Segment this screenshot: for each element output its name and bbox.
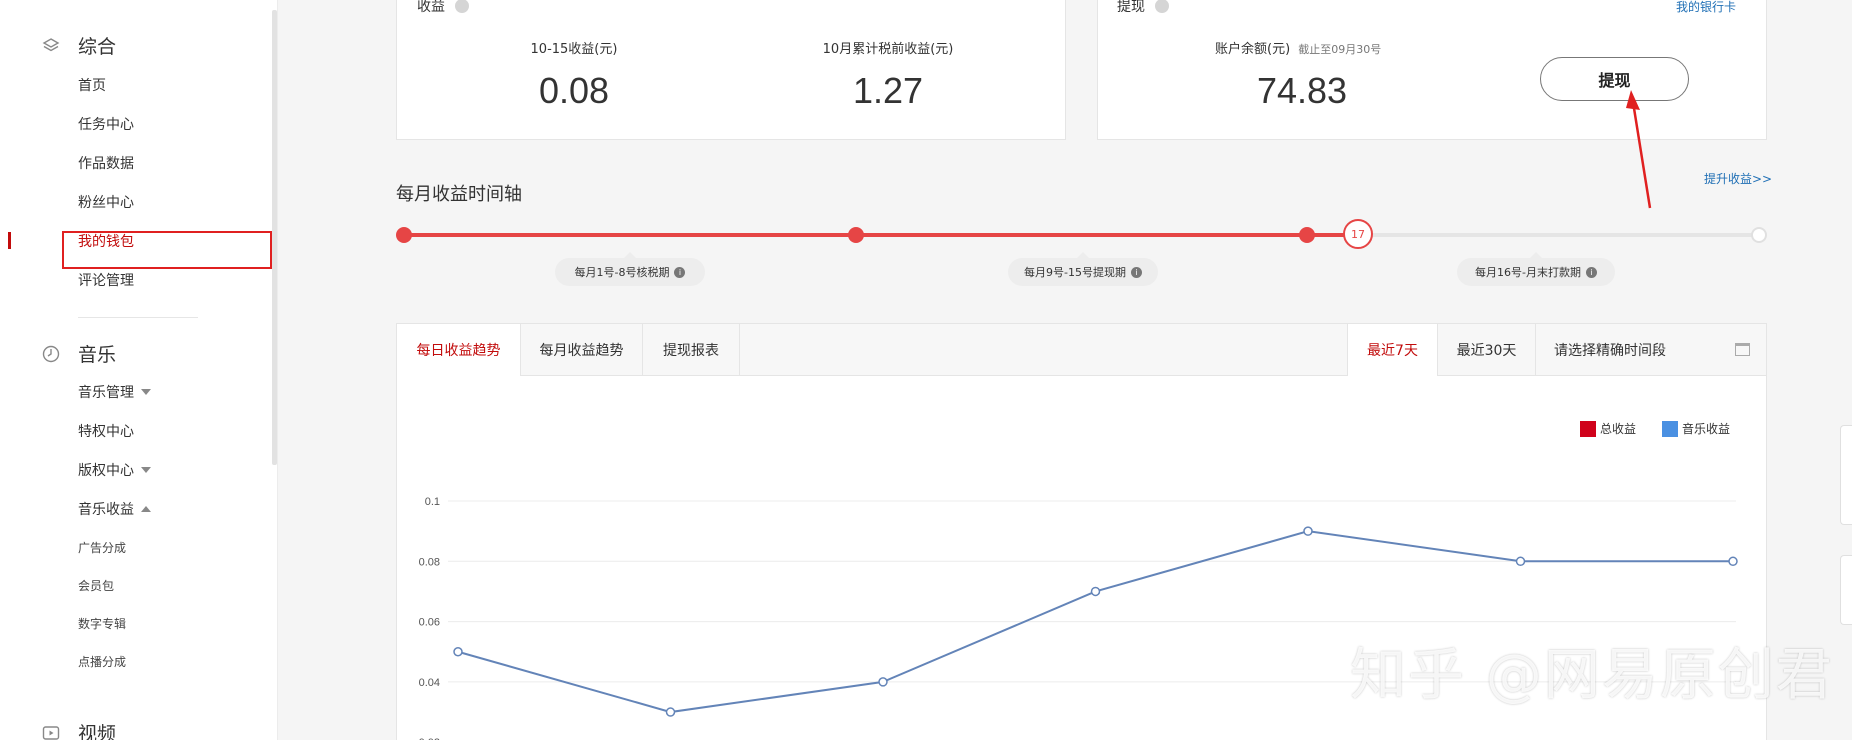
sidebar-item-privilege-center[interactable]: 特权中心 — [78, 421, 134, 441]
legend-item-music[interactable]: 音乐收益 — [1662, 420, 1730, 437]
sidebar-item-works-data[interactable]: 作品数据 — [78, 153, 134, 173]
data-point — [1728, 556, 1738, 567]
withdraw-card-title: 提现 — [1117, 0, 1169, 16]
annotation-arrow-icon — [1626, 90, 1652, 209]
sidebar-section-title: 综合 — [78, 36, 117, 58]
date-range-picker[interactable]: 请选择精确时间段 — [1535, 324, 1768, 376]
balance-label: 账户余额(元) — [1215, 42, 1291, 57]
legend-swatch — [1662, 420, 1678, 437]
info-icon[interactable]: i — [674, 266, 686, 278]
income-card-title: 收益 — [417, 0, 469, 16]
sidebar-item-fans-center[interactable]: 粉丝中心 — [78, 192, 134, 212]
income-title-text: 收益 — [417, 0, 445, 15]
my-bank-card-link[interactable]: 我的银行卡 — [1676, 0, 1736, 15]
timeline-phase-withdraw: 每月9号-15号提现期 i — [1008, 252, 1158, 286]
sidebar-scrollbar[interactable] — [272, 10, 277, 465]
legend-swatch — [1580, 420, 1596, 437]
sidebar-item-home[interactable]: 首页 — [78, 75, 106, 95]
legend-item-total[interactable]: 总收益 — [1580, 420, 1636, 437]
chevron-up-icon — [141, 506, 151, 512]
timeline-progress — [403, 233, 1358, 237]
side-floating-tab[interactable] — [1840, 555, 1852, 625]
sidebar: 综合 首页 任务中心 作品数据 粉丝中心 我的钱包 评论管理 音乐 音乐管理 特… — [0, 0, 278, 740]
phase-label: 每月1号-8号核税期 — [574, 266, 670, 279]
active-item-marker — [8, 232, 11, 249]
sidebar-divider — [78, 317, 198, 318]
info-icon[interactable] — [1155, 0, 1169, 13]
balance-label-row: 账户余额(元) 截止至09月30号 — [1215, 38, 1381, 57]
sidebar-subitem-ad-share[interactable]: 广告分成 — [78, 539, 126, 556]
info-icon[interactable]: i — [1130, 266, 1142, 278]
data-point — [1515, 556, 1526, 567]
daily-income-value: 0.08 — [538, 70, 610, 111]
sidebar-item-comment-manage[interactable]: 评论管理 — [78, 270, 134, 290]
phase-label: 每月9号-15号提现期 — [1024, 266, 1126, 279]
data-point — [1090, 586, 1101, 597]
sidebar-section-general[interactable]: 综合 — [40, 32, 116, 59]
improve-income-link[interactable]: 提升收益>> — [1704, 170, 1772, 187]
y-tick-label: 0.06 — [419, 617, 440, 629]
sidebar-item-copyright-center[interactable]: 版权中心 — [78, 460, 151, 480]
info-icon[interactable] — [455, 0, 469, 13]
sidebar-subitem-digital-album[interactable]: 数字专辑 — [78, 615, 126, 632]
sidebar-item-label: 音乐管理 — [78, 385, 134, 401]
sidebar-item-music-income[interactable]: 音乐收益 — [78, 499, 151, 519]
y-tick-label: 0.08 — [419, 556, 440, 568]
side-floating-tab[interactable] — [1840, 425, 1852, 525]
tab-daily-trend[interactable]: 每日收益趋势 — [397, 324, 521, 376]
calendar-icon[interactable] — [1735, 343, 1750, 356]
data-point — [1303, 526, 1313, 536]
data-point — [878, 677, 888, 687]
data-point — [453, 647, 463, 657]
trend-tabs: 每日收益趋势 每月收益趋势 提现报表 最近7天 最近30天 请选择精确时间段 — [397, 324, 1766, 376]
balance-note: 截止至09月30号 — [1298, 43, 1382, 56]
monthly-income-value: 1.27 — [852, 70, 924, 111]
timeline-end-dot — [1751, 227, 1767, 243]
music-disc-icon — [40, 343, 62, 365]
chevron-down-icon — [141, 467, 151, 473]
sidebar-subitem-member-pack[interactable]: 会员包 — [78, 577, 114, 594]
timeline-remaining — [1358, 233, 1758, 237]
timeline-dot — [1299, 227, 1315, 243]
timeline-today-marker: 17 — [1343, 219, 1373, 249]
sidebar-item-label: 特权中心 — [78, 424, 134, 440]
info-icon[interactable]: i — [1585, 266, 1597, 278]
timeline-phase-payment: 每月16号-月末打款期 i — [1457, 252, 1615, 286]
timeline-dot — [396, 227, 412, 243]
legend-label: 音乐收益 — [1682, 422, 1731, 436]
monthly-income-label: 10月累计税前收益(元) — [822, 42, 954, 57]
sidebar-section-title: 视频 — [78, 723, 117, 740]
timeline-heading: 每月收益时间轴 — [396, 184, 522, 205]
timeline-dot — [848, 227, 864, 243]
sidebar-item-label: 音乐收益 — [78, 502, 134, 518]
tab-withdraw-report[interactable]: 提现报表 — [643, 324, 740, 376]
phase-label: 每月16号-月末打款期 — [1475, 266, 1581, 279]
watermark-text: 知乎 @网易原创君 — [1350, 643, 1834, 708]
sidebar-section-video[interactable]: 视频 — [40, 719, 116, 740]
y-tick-label: 0.04 — [419, 677, 440, 689]
sidebar-item-task-center[interactable]: 任务中心 — [78, 114, 134, 134]
daily-income-label: 10-15收益(元) — [530, 42, 618, 57]
y-tick-label: 0.1 — [425, 496, 440, 508]
chevron-down-icon — [141, 389, 151, 395]
timeline-phase-tax: 每月1号-8号核税期 i — [555, 252, 705, 286]
sidebar-section-title: 音乐 — [78, 344, 117, 366]
layers-icon — [40, 35, 62, 57]
sidebar-item-music-manage[interactable]: 音乐管理 — [78, 382, 151, 402]
annotation-highlight-box — [62, 231, 272, 269]
sidebar-item-label: 版权中心 — [78, 463, 134, 479]
range-last-30-days[interactable]: 最近30天 — [1437, 324, 1535, 376]
date-range-placeholder: 请选择精确时间段 — [1554, 343, 1666, 359]
withdraw-title-text: 提现 — [1117, 0, 1145, 15]
legend-label: 总收益 — [1600, 422, 1637, 436]
data-point — [665, 707, 676, 717]
sidebar-section-music[interactable]: 音乐 — [40, 340, 116, 367]
range-last-7-days[interactable]: 最近7天 — [1347, 324, 1437, 376]
balance-value: 74.83 — [1256, 70, 1348, 111]
tab-monthly-trend[interactable]: 每月收益趋势 — [521, 324, 643, 376]
video-play-icon — [40, 722, 62, 740]
sidebar-subitem-on-demand-share[interactable]: 点播分成 — [78, 653, 126, 670]
